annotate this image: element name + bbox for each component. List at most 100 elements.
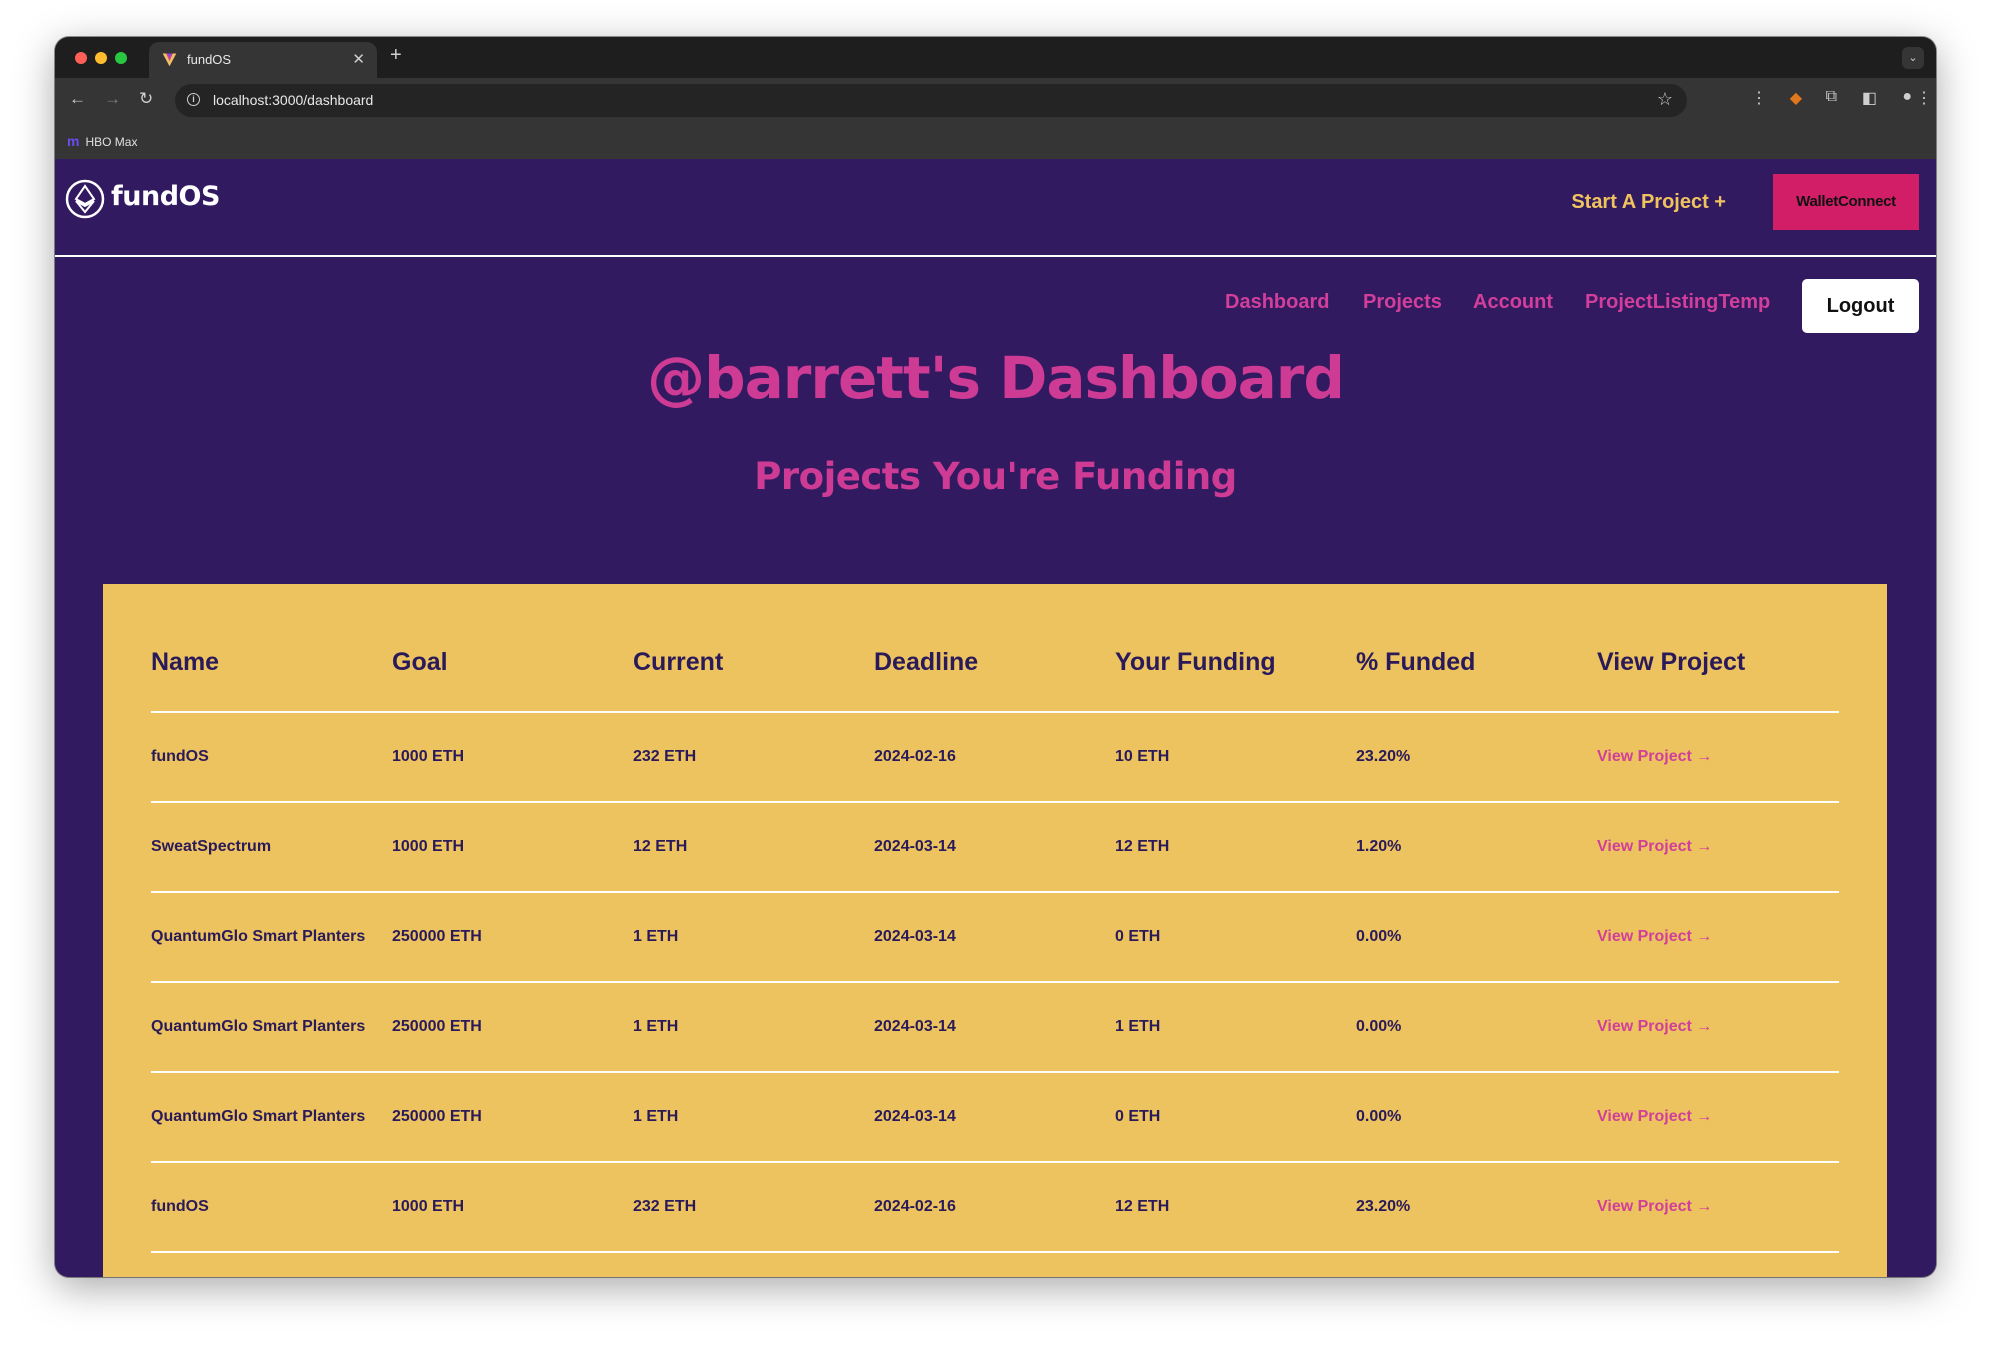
cell-percent-funded: 23.20% bbox=[1356, 1162, 1597, 1253]
funding-table-card: Name Goal Current Deadline Your Funding … bbox=[103, 584, 1887, 1277]
logo-text[interactable]: fundOS bbox=[111, 181, 220, 212]
column-header-percent-funded: % Funded bbox=[1356, 614, 1597, 713]
cell-deadline: 2024-02-16 bbox=[874, 712, 1115, 803]
nav-link-account[interactable]: Account bbox=[1473, 291, 1553, 314]
cell-name: SweatSpectrum bbox=[151, 802, 392, 893]
cell-your-funding: 12 ETH bbox=[1115, 1162, 1356, 1253]
tab-search-icon[interactable]: ⌄ bbox=[1902, 47, 1924, 69]
cell-your-funding: 10 ETH bbox=[1115, 712, 1356, 803]
table-row: SweatSpectrum 1000 ETH 12 ETH 2024-03-14… bbox=[151, 802, 1839, 893]
cell-percent-funded: 0.00% bbox=[1356, 982, 1597, 1073]
cell-current: 1 ETH bbox=[633, 1072, 874, 1163]
cell-percent-funded: 0.00% bbox=[1356, 1072, 1597, 1163]
cell-goal: 1000 ETH bbox=[392, 802, 633, 893]
bookmarks-bar: m HBO Max bbox=[55, 123, 1936, 159]
forward-arrow-icon[interactable]: → bbox=[104, 89, 121, 109]
column-header-current: Current bbox=[633, 614, 874, 713]
column-header-deadline: Deadline bbox=[874, 614, 1115, 713]
reload-icon[interactable]: ↻ bbox=[139, 89, 153, 109]
cell-your-funding: 0 ETH bbox=[1115, 1072, 1356, 1163]
fundos-logo-icon[interactable] bbox=[65, 179, 105, 219]
nav-link-projectlistingtemp[interactable]: ProjectListingTemp bbox=[1585, 291, 1770, 314]
view-project-link[interactable]: View Project → bbox=[1597, 892, 1839, 983]
nav-link-dashboard[interactable]: Dashboard bbox=[1225, 291, 1329, 314]
cell-goal: 250000 ETH bbox=[392, 892, 633, 983]
cell-percent-funded: 1.20% bbox=[1356, 802, 1597, 893]
profile-icon[interactable]: ● bbox=[1902, 88, 1912, 106]
start-project-link[interactable]: Start A Project + bbox=[1571, 191, 1726, 214]
site-info-icon[interactable]: i bbox=[187, 93, 200, 106]
column-header-name: Name bbox=[151, 614, 392, 713]
cell-your-funding: 12 ETH bbox=[1115, 802, 1356, 893]
cell-name: QuantumGlo Smart Planters bbox=[151, 982, 392, 1073]
extensions-puzzle-icon[interactable]: ⧉ bbox=[1826, 88, 1837, 106]
address-bar[interactable]: i localhost:3000/dashboard ☆ bbox=[175, 84, 1687, 117]
app-page: fundOS Start A Project + WalletConnect D… bbox=[55, 159, 1936, 1277]
nav-link-projects[interactable]: Projects bbox=[1363, 291, 1442, 314]
back-arrow-icon[interactable]: ← bbox=[69, 89, 86, 109]
cell-deadline: 2024-03-14 bbox=[874, 802, 1115, 893]
close-window-button[interactable] bbox=[75, 52, 87, 64]
table-row: fundOS 1000 ETH 232 ETH 2024-02-16 12 ET… bbox=[151, 1162, 1839, 1253]
dashboard-nav: Dashboard Projects Account ProjectListin… bbox=[55, 257, 1936, 337]
view-project-link[interactable]: View Project → bbox=[1597, 1072, 1839, 1163]
cell-current: 12 ETH bbox=[633, 802, 874, 893]
tab-title: fundOS bbox=[187, 52, 232, 67]
maximize-window-button[interactable] bbox=[115, 52, 127, 64]
cell-name: QuantumGlo Smart Planters bbox=[151, 892, 392, 983]
browser-tab[interactable]: fundOS ✕ bbox=[149, 42, 377, 78]
cell-percent-funded: 0.00% bbox=[1356, 892, 1597, 983]
cell-your-funding: 1 ETH bbox=[1115, 982, 1356, 1073]
view-project-link[interactable]: View Project → bbox=[1597, 712, 1839, 803]
fundos-favicon-icon bbox=[162, 53, 177, 67]
tab-close-icon[interactable]: ✕ bbox=[352, 50, 365, 68]
cell-goal: 250000 ETH bbox=[392, 1072, 633, 1163]
column-header-goal: Goal bbox=[392, 614, 633, 713]
extension-icon[interactable]: ⋮ bbox=[1751, 88, 1767, 108]
walletconnect-button[interactable]: WalletConnect bbox=[1773, 174, 1919, 230]
side-panel-icon[interactable]: ◧ bbox=[1862, 88, 1877, 108]
view-project-link[interactable]: View Project → bbox=[1597, 802, 1839, 893]
cell-name: QuantumGlo Smart Planters bbox=[151, 1072, 392, 1163]
table-row: QuantumGlo Smart Planters 250000 ETH 1 E… bbox=[151, 1072, 1839, 1163]
cell-your-funding: 0 ETH bbox=[1115, 892, 1356, 983]
cell-name: fundOS bbox=[151, 1162, 392, 1253]
cell-current: 232 ETH bbox=[633, 1162, 874, 1253]
bookmark-star-icon[interactable]: ☆ bbox=[1657, 89, 1673, 110]
minimize-window-button[interactable] bbox=[95, 52, 107, 64]
cell-deadline: 2024-03-14 bbox=[874, 982, 1115, 1073]
table-row: QuantumGlo Smart Planters 250000 ETH 1 E… bbox=[151, 892, 1839, 983]
view-project-link[interactable]: View Project → bbox=[1597, 982, 1839, 1073]
metamask-fox-icon[interactable]: ◆ bbox=[1790, 88, 1802, 108]
cell-deadline: 2024-02-16 bbox=[874, 1162, 1115, 1253]
funding-table: Name Goal Current Deadline Your Funding … bbox=[151, 614, 1839, 1253]
bookmark-label: HBO Max bbox=[85, 135, 138, 149]
logout-button[interactable]: Logout bbox=[1802, 279, 1919, 333]
table-row: fundOS 1000 ETH 232 ETH 2024-02-16 10 ET… bbox=[151, 712, 1839, 803]
section-title: Projects You're Funding bbox=[754, 455, 1237, 498]
page-title: @barrett's Dashboard bbox=[647, 344, 1345, 412]
browser-window: fundOS ✕ + ⌄ ← → ↻ i localhost:3000/dash… bbox=[55, 37, 1936, 1277]
table-header-row: Name Goal Current Deadline Your Funding … bbox=[151, 614, 1839, 713]
cell-current: 1 ETH bbox=[633, 892, 874, 983]
cell-goal: 250000 ETH bbox=[392, 982, 633, 1073]
browser-toolbar: ← → ↻ i localhost:3000/dashboard ☆ ⋮ ◆ ⧉… bbox=[55, 78, 1936, 123]
cell-deadline: 2024-03-14 bbox=[874, 892, 1115, 983]
cell-goal: 1000 ETH bbox=[392, 1162, 633, 1253]
table-row: QuantumGlo Smart Planters 250000 ETH 1 E… bbox=[151, 982, 1839, 1073]
cell-deadline: 2024-03-14 bbox=[874, 1072, 1115, 1163]
column-header-your-funding: Your Funding bbox=[1115, 614, 1356, 713]
tab-bar: fundOS ✕ + ⌄ bbox=[55, 37, 1936, 78]
app-header: fundOS Start A Project + WalletConnect bbox=[55, 159, 1936, 257]
new-tab-button[interactable]: + bbox=[390, 44, 402, 67]
cell-percent-funded: 23.20% bbox=[1356, 712, 1597, 803]
cell-current: 1 ETH bbox=[633, 982, 874, 1073]
column-header-view-project: View Project bbox=[1597, 614, 1839, 713]
browser-menu-icon[interactable]: ⋮ bbox=[1916, 88, 1932, 108]
cell-name: fundOS bbox=[151, 712, 392, 803]
view-project-link[interactable]: View Project → bbox=[1597, 1162, 1839, 1253]
hbo-max-icon: m bbox=[67, 133, 80, 149]
url-text[interactable]: localhost:3000/dashboard bbox=[213, 92, 373, 108]
cell-current: 232 ETH bbox=[633, 712, 874, 803]
bookmark-hbo-max[interactable]: m HBO Max bbox=[67, 133, 137, 149]
